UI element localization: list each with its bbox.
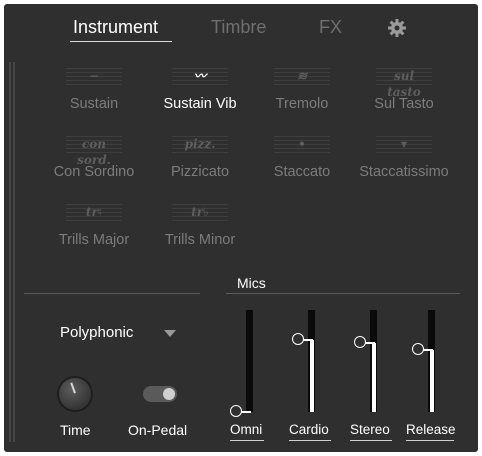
articulation-label: Sul Tasto [374,96,434,112]
voice-mode-value: Polyphonic [60,324,134,341]
articulation-glyph: − [88,69,100,83]
tab-timbre[interactable]: Timbre [211,17,266,38]
mic-label-release[interactable]: Release [406,422,456,437]
articulation-sul-tasto[interactable]: sul tasto Sul Tasto [354,66,454,122]
staff-line [172,84,228,85]
articulation-trills-minor[interactable]: tr♭ Trills Minor [150,202,250,258]
tab-instrument[interactable]: Instrument [73,17,158,38]
fader-thumb-connector [241,411,251,413]
on-pedal-toggle[interactable] [143,386,177,402]
fader-stereo[interactable] [354,310,382,412]
fader-level-fill [310,340,314,412]
mic-label-stereo[interactable]: Stereo [350,422,390,437]
staff-line [66,220,122,221]
gear-icon[interactable] [387,18,407,38]
articulation-glyph: tr♭ [191,205,209,219]
articulation-glyph: • [298,137,306,151]
articulation-staccatissimo[interactable]: ▾ Staccatissimo [354,134,454,190]
articulation-staff-icon: tr♭ [172,202,228,224]
articulation-glyph: ≋ [296,69,308,83]
articulation-trills-major[interactable]: tr♮ Trills Major [44,202,144,258]
articulation-glyph: tr♮ [85,205,103,219]
fader-thumb-connector [303,339,313,341]
fader-release[interactable] [412,310,440,412]
side-divider [9,62,11,442]
staff-line [274,84,330,85]
articulation-staff-icon: tr♮ [66,202,122,224]
fader-thumb-connector [365,342,375,344]
staff-line [172,152,228,153]
articulation-label: Con Sordino [53,164,135,180]
fader-thumb[interactable] [230,405,242,417]
instrument-panel: Instrument Timbre FX − Sustain 〰 Sustain Vi… [4,4,478,452]
fader-thumb-connector [423,349,433,351]
time-knob[interactable] [57,376,93,412]
fader-track [246,310,253,412]
articulation-label: Trills Minor [164,232,236,248]
mics-title: Mics [237,275,266,291]
articulation-sustain[interactable]: − Sustain [44,66,144,122]
mic-label-cardio[interactable]: Cardio [289,422,329,437]
articulation-staff-icon: sul tasto [376,66,432,99]
articulation-pizzicato[interactable]: pizz. Pizzicato [150,134,250,190]
articulation-staff-icon: con sord. [66,134,122,167]
tab-instrument-underline [70,41,172,42]
articulation-con-sordino[interactable]: con sord. Con Sordino [44,134,144,190]
fader-cardio[interactable] [292,310,320,412]
tab-fx[interactable]: FX [319,17,342,38]
fader-level-fill [372,343,376,412]
staff-line [172,220,228,221]
mic-label-omni[interactable]: Omni [230,422,262,437]
articulation-staff-icon: ▾ [376,134,432,156]
articulation-staff-icon: pizz. [172,134,228,156]
knob-pointer [70,382,76,394]
mic-label-underline [230,440,264,441]
articulation-glyph: pizz. [184,137,216,151]
articulation-sustain-vib[interactable]: 〰 Sustain Vib [150,66,250,122]
section-divider [226,293,460,294]
articulation-label: Trills Major [58,232,130,248]
articulation-glyph: 〰 [193,69,206,83]
articulation-tremolo[interactable]: ≋ Tremolo [252,66,352,122]
on-pedal-label: On-Pedal [128,422,188,438]
staff-line [274,152,330,153]
side-divider [13,62,15,442]
mic-label-underline [289,440,331,441]
toggle-knob [163,388,175,400]
fader-thumb[interactable] [354,336,366,348]
fader-thumb[interactable] [292,333,304,345]
fader-thumb[interactable] [412,343,424,355]
articulation-label: Sustain [69,96,119,112]
staff-line [66,84,122,85]
articulation-staff-icon: ≋ [274,66,330,88]
mic-label-underline [406,440,454,441]
articulation-label: Staccatissimo [359,164,449,180]
caret-down-icon [164,330,176,337]
fader-omni[interactable] [230,310,258,417]
articulation-staff-icon: 〰 [172,66,228,88]
fader-level-fill [430,350,434,412]
mic-label-underline [350,440,392,441]
voice-mode-dropdown[interactable]: Polyphonic [60,324,180,344]
articulation-staff-icon: − [66,66,122,88]
time-label: Time [60,422,91,438]
articulation-glyph: ▾ [400,137,408,151]
section-divider [24,293,200,294]
staff-line [376,152,432,153]
articulation-staccato[interactable]: • Staccato [252,134,352,190]
articulation-staff-icon: • [274,134,330,156]
